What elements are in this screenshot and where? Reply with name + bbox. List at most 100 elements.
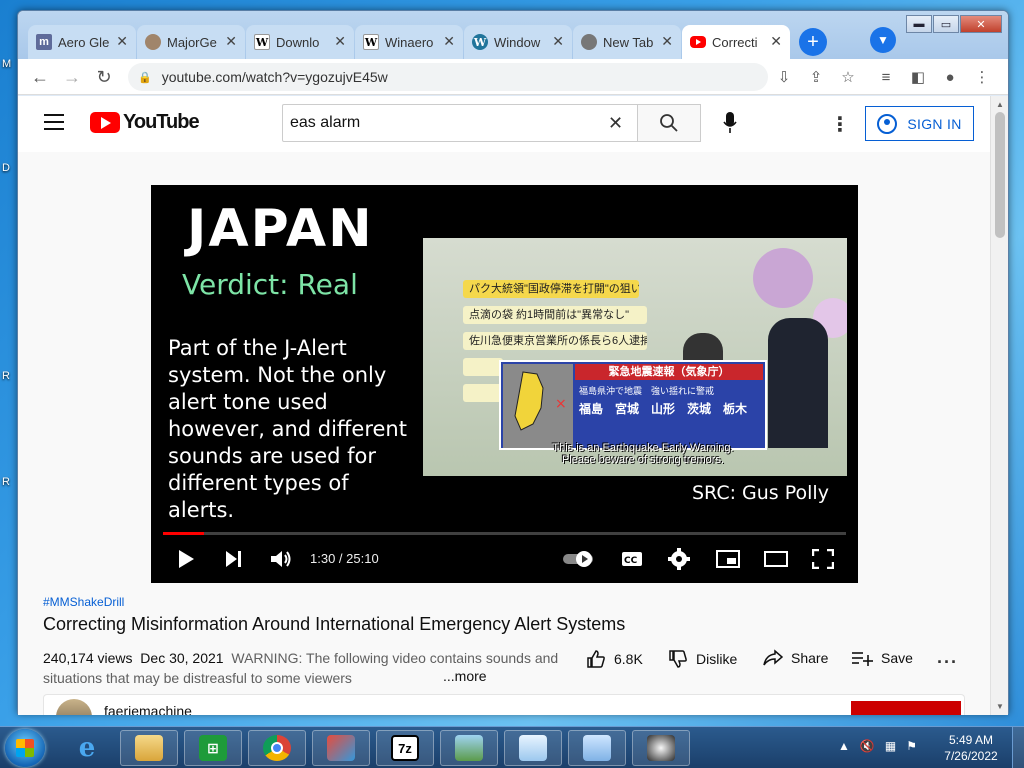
taskbar-7zip[interactable]: 7z — [376, 730, 434, 766]
close-icon[interactable]: ✕ — [770, 33, 782, 50]
bookmark-star-icon[interactable]: ☆ — [838, 67, 858, 87]
more-button[interactable]: ...more — [443, 668, 487, 684]
voice-search-button[interactable] — [718, 110, 742, 136]
news-broadcast-frame: パク大統領"国政停滞を打開"の狙いも 点滴の袋 約1時間前は"異常なし" 佐川急… — [423, 238, 847, 476]
window-close-button[interactable]: ✕ — [960, 15, 1002, 33]
volume-button[interactable] — [269, 547, 293, 571]
sign-in-label: SIGN IN — [907, 115, 962, 132]
desktop-icon-label[interactable]: R — [2, 476, 10, 488]
news-ticker: パク大統領"国政停滞を打開"の狙いも — [463, 280, 639, 298]
taskbar-control-panel[interactable] — [568, 730, 626, 766]
tab-strip: m Aero Gle ✕ MajorGe ✕ W Downlo ✕ W Wina… — [28, 25, 827, 59]
taskbar-stacked-windows[interactable] — [312, 730, 370, 766]
forward-arrow-icon[interactable]: → — [60, 65, 84, 89]
taskbar-file-explorer[interactable] — [120, 730, 178, 766]
youtube-logo[interactable]: YouTube — [90, 111, 200, 134]
progress-bar[interactable] — [163, 532, 846, 535]
system-clock[interactable]: 5:49 AM 7/26/2022 — [938, 732, 1004, 764]
taskbar-chrome[interactable] — [248, 730, 306, 766]
like-button[interactable]: 6.8K — [586, 649, 643, 669]
tab-new-tab[interactable]: New Tab ✕ — [573, 25, 681, 59]
profile-icon[interactable]: ● — [940, 67, 960, 87]
scrollbar-thumb[interactable] — [995, 112, 1005, 238]
search-button[interactable] — [637, 104, 701, 142]
tab-windows[interactable]: W Window ✕ — [464, 25, 572, 59]
close-icon[interactable]: ✕ — [443, 33, 455, 50]
subtitle-line: Please beware of strong tremors. — [561, 454, 725, 466]
page-scrollbar[interactable]: ▲ ▼ — [990, 96, 1008, 715]
wordpress-icon: W — [472, 34, 488, 50]
tab-majorgeeks[interactable]: MajorGe ✕ — [137, 25, 245, 59]
share-button[interactable]: Share — [763, 649, 828, 667]
address-bar[interactable]: 🔒 youtube.com/watch?v=ygozujvE45w — [128, 63, 768, 91]
slide-body: Part of the J-Alert system. Not the only… — [168, 336, 407, 522]
browser-toolbar: ← → ↻ 🔒 youtube.com/watch?v=ygozujvE45w … — [18, 59, 1008, 95]
slide-source: SRC: Gus Polly — [692, 482, 829, 504]
clock-date: 7/26/2022 — [944, 749, 998, 763]
show-desktop-button[interactable] — [1012, 727, 1024, 768]
network-icon[interactable]: ▦ — [885, 739, 896, 753]
subscribe-button[interactable]: SUBSCRIBE — [851, 701, 961, 715]
install-app-icon[interactable]: ⇩ — [774, 67, 794, 87]
desktop-icon-label[interactable]: D — [2, 162, 10, 174]
share-page-icon[interactable]: ⇪ — [806, 67, 826, 87]
taskbar-notepad[interactable] — [504, 730, 562, 766]
taskbar-photo-viewer[interactable] — [440, 730, 498, 766]
dislike-button[interactable]: Dislike — [668, 649, 737, 669]
close-icon[interactable]: ✕ — [661, 33, 673, 50]
next-button[interactable] — [223, 547, 245, 571]
close-icon[interactable]: ✕ — [552, 33, 564, 50]
save-button[interactable]: Save — [851, 649, 913, 667]
hamburger-menu-icon[interactable] — [44, 114, 64, 130]
settings-button[interactable] — [667, 547, 691, 571]
youtube-wordmark: YouTube — [123, 111, 200, 133]
back-arrow-icon[interactable]: ← — [28, 65, 52, 89]
taskbar-internet-explorer[interactable]: e — [58, 730, 116, 766]
close-icon[interactable]: ✕ — [334, 33, 346, 50]
maximize-button[interactable]: ▭ — [933, 15, 959, 33]
tab-aero-glass[interactable]: m Aero Gle ✕ — [28, 25, 136, 59]
autoplay-toggle[interactable] — [561, 547, 597, 571]
side-panel-icon[interactable]: ◧ — [908, 67, 928, 87]
subtitle-line: This is an Earthquake Early Warning. — [552, 442, 734, 454]
settings-kebab-icon[interactable]: ⋮ — [830, 112, 850, 137]
scroll-down-icon[interactable]: ▼ — [996, 702, 1004, 711]
minimize-button[interactable]: ▬ — [906, 15, 932, 33]
new-tab-button[interactable]: + — [799, 28, 827, 56]
reload-icon[interactable]: ↻ — [92, 65, 116, 89]
tab-winaero[interactable]: W Winaero ✕ — [355, 25, 463, 59]
store-bag-icon: ⊞ — [199, 735, 227, 761]
scroll-up-icon[interactable]: ▲ — [996, 100, 1004, 109]
chrome-menu-icon[interactable]: ⋮ — [972, 67, 992, 87]
tab-download[interactable]: W Downlo ✕ — [246, 25, 354, 59]
taskbar-app[interactable] — [632, 730, 690, 766]
desktop-icon-label[interactable]: R — [2, 370, 10, 382]
media-queue-icon[interactable]: ≡ — [876, 67, 896, 87]
hashtag-link[interactable]: #MMShakeDrill — [43, 595, 124, 609]
tab-search-dropdown-icon[interactable]: ▼ — [870, 27, 896, 53]
play-button[interactable] — [175, 547, 197, 571]
miniplayer-button[interactable] — [715, 547, 741, 571]
tab-correcting-active[interactable]: Correcti ✕ — [682, 25, 790, 59]
more-actions-icon[interactable]: ··· — [937, 652, 958, 673]
close-icon[interactable]: ✕ — [225, 33, 237, 50]
desktop-icon-label[interactable]: M — [2, 58, 11, 70]
channel-avatar[interactable] — [56, 699, 92, 715]
start-button[interactable] — [5, 729, 45, 767]
action-center-flag-icon[interactable]: ⚑ — [906, 739, 917, 753]
clear-search-icon[interactable]: ✕ — [608, 113, 623, 134]
winaero-w-icon: W — [363, 34, 379, 50]
close-icon[interactable]: ✕ — [116, 33, 128, 50]
search-input[interactable]: eas alarm — [282, 104, 638, 142]
chrome-icon — [581, 34, 597, 50]
volume-muted-icon[interactable]: 🔇 — [860, 739, 875, 753]
video-player[interactable]: JAPAN Verdict: Real Part of the J-Alert … — [151, 185, 858, 583]
taskbar-store[interactable]: ⊞ — [184, 730, 242, 766]
lock-icon[interactable]: 🔒 — [138, 71, 152, 84]
channel-name[interactable]: faeriemachine — [104, 703, 192, 715]
sign-in-button[interactable]: SIGN IN — [865, 106, 974, 141]
fullscreen-button[interactable] — [811, 547, 835, 571]
captions-button[interactable]: CC — [620, 547, 644, 571]
show-hidden-icons-icon[interactable]: ▲ — [838, 739, 850, 753]
theater-mode-button[interactable] — [763, 547, 789, 571]
